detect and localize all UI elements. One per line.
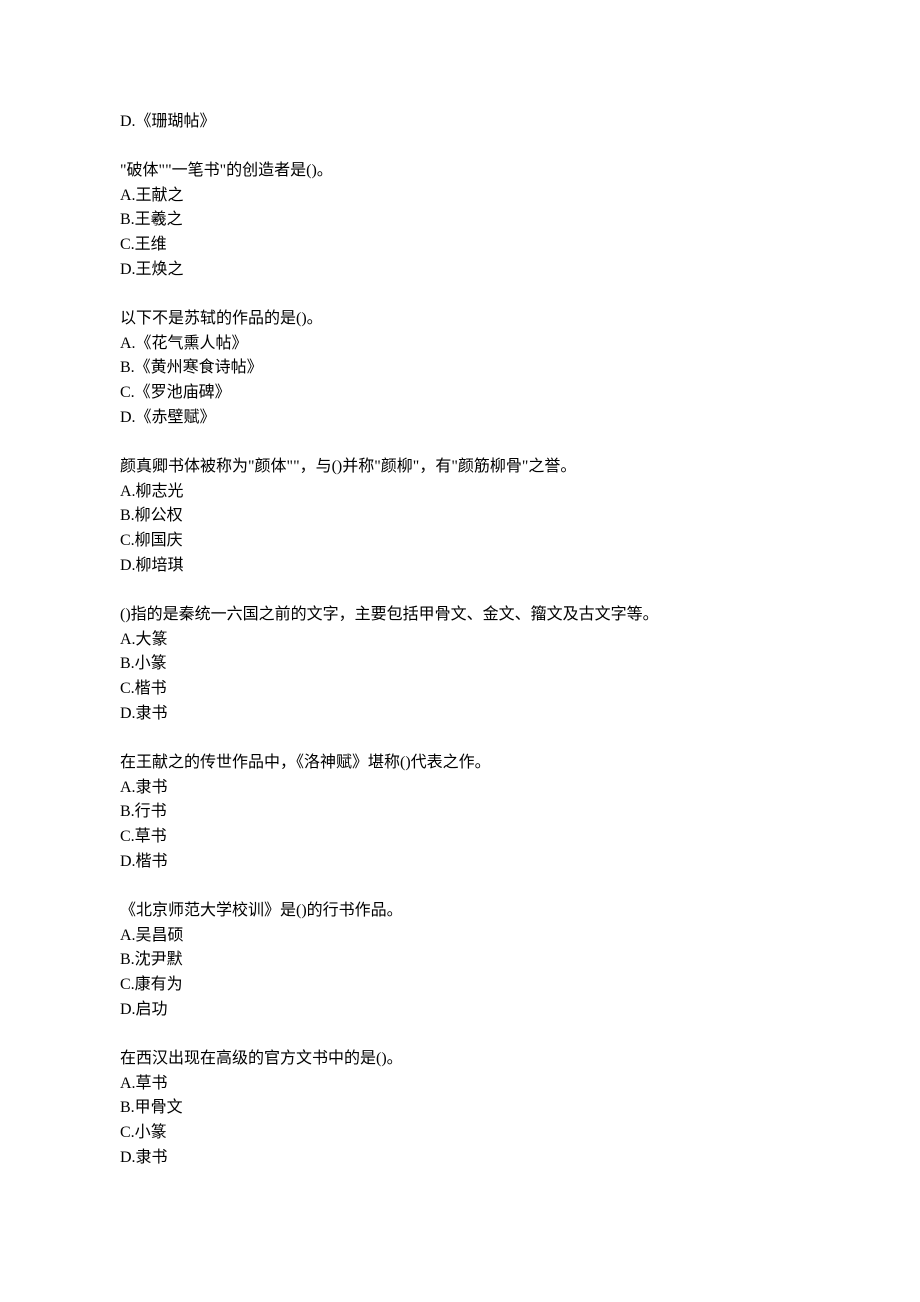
question-option: C.康有为 xyxy=(120,973,800,998)
question-stem: "破体""一笔书"的创造者是()。 xyxy=(120,159,800,184)
question-option: A.大篆 xyxy=(120,628,800,653)
question-stem: 《北京师范大学校训》是()的行书作品。 xyxy=(120,899,800,924)
question-option: B.小篆 xyxy=(120,652,800,677)
question-option: B.甲骨文 xyxy=(120,1096,800,1121)
question-option: B.王羲之 xyxy=(120,208,800,233)
question-option: D.《赤壁赋》 xyxy=(120,406,800,431)
question-option: C.柳国庆 xyxy=(120,529,800,554)
question-option: C.楷书 xyxy=(120,677,800,702)
question-option: B.行书 xyxy=(120,800,800,825)
question-stem: 以下不是苏轼的作品的是()。 xyxy=(120,307,800,332)
question-option: D.启功 xyxy=(120,998,800,1023)
question-option: D.隶书 xyxy=(120,1146,800,1171)
question-block: 在王献之的传世作品中，《洛神赋》堪称()代表之作。 A.隶书 B.行书 C.草书… xyxy=(120,751,800,875)
question-option: C.小篆 xyxy=(120,1121,800,1146)
question-block: 《北京师范大学校训》是()的行书作品。 A.吴昌硕 B.沈尹默 C.康有为 D.… xyxy=(120,899,800,1023)
question-option: D.王焕之 xyxy=(120,258,800,283)
question-stem: 在王献之的传世作品中，《洛神赋》堪称()代表之作。 xyxy=(120,751,800,776)
question-option: A.柳志光 xyxy=(120,480,800,505)
question-option: A.草书 xyxy=(120,1072,800,1097)
question-option: D.隶书 xyxy=(120,702,800,727)
question-option: D.楷书 xyxy=(120,850,800,875)
question-stem: ()指的是秦统一六国之前的文字，主要包括甲骨文、金文、籀文及古文字等。 xyxy=(120,603,800,628)
question-option: C.《罗池庙碑》 xyxy=(120,381,800,406)
question-option: B.沈尹默 xyxy=(120,948,800,973)
question-option: A.隶书 xyxy=(120,776,800,801)
question-stem: 在西汉出现在高级的官方文书中的是()。 xyxy=(120,1047,800,1072)
question-option: B.《黄州寒食诗帖》 xyxy=(120,356,800,381)
question-option: A.《花气熏人帖》 xyxy=(120,332,800,357)
question-option: C.王维 xyxy=(120,233,800,258)
question-block: "破体""一笔书"的创造者是()。 A.王献之 B.王羲之 C.王维 D.王焕之 xyxy=(120,159,800,283)
question-option: D.柳培琪 xyxy=(120,554,800,579)
question-option: C.草书 xyxy=(120,825,800,850)
question-option: A.吴昌硕 xyxy=(120,924,800,949)
page-content: D.《珊瑚帖》 "破体""一笔书"的创造者是()。 A.王献之 B.王羲之 C.… xyxy=(0,0,920,1255)
question-option: A.王献之 xyxy=(120,184,800,209)
question-stem: 颜真卿书体被称为"颜体""，与()并称"颜柳"，有"颜筋柳骨"之誉。 xyxy=(120,455,800,480)
question-block: ()指的是秦统一六国之前的文字，主要包括甲骨文、金文、籀文及古文字等。 A.大篆… xyxy=(120,603,800,727)
question-option: B.柳公权 xyxy=(120,504,800,529)
orphan-option: D.《珊瑚帖》 xyxy=(120,110,800,135)
question-block: 以下不是苏轼的作品的是()。 A.《花气熏人帖》 B.《黄州寒食诗帖》 C.《罗… xyxy=(120,307,800,431)
question-block: 颜真卿书体被称为"颜体""，与()并称"颜柳"，有"颜筋柳骨"之誉。 A.柳志光… xyxy=(120,455,800,579)
question-block: 在西汉出现在高级的官方文书中的是()。 A.草书 B.甲骨文 C.小篆 D.隶书 xyxy=(120,1047,800,1171)
question-option: D.《珊瑚帖》 xyxy=(120,110,800,135)
